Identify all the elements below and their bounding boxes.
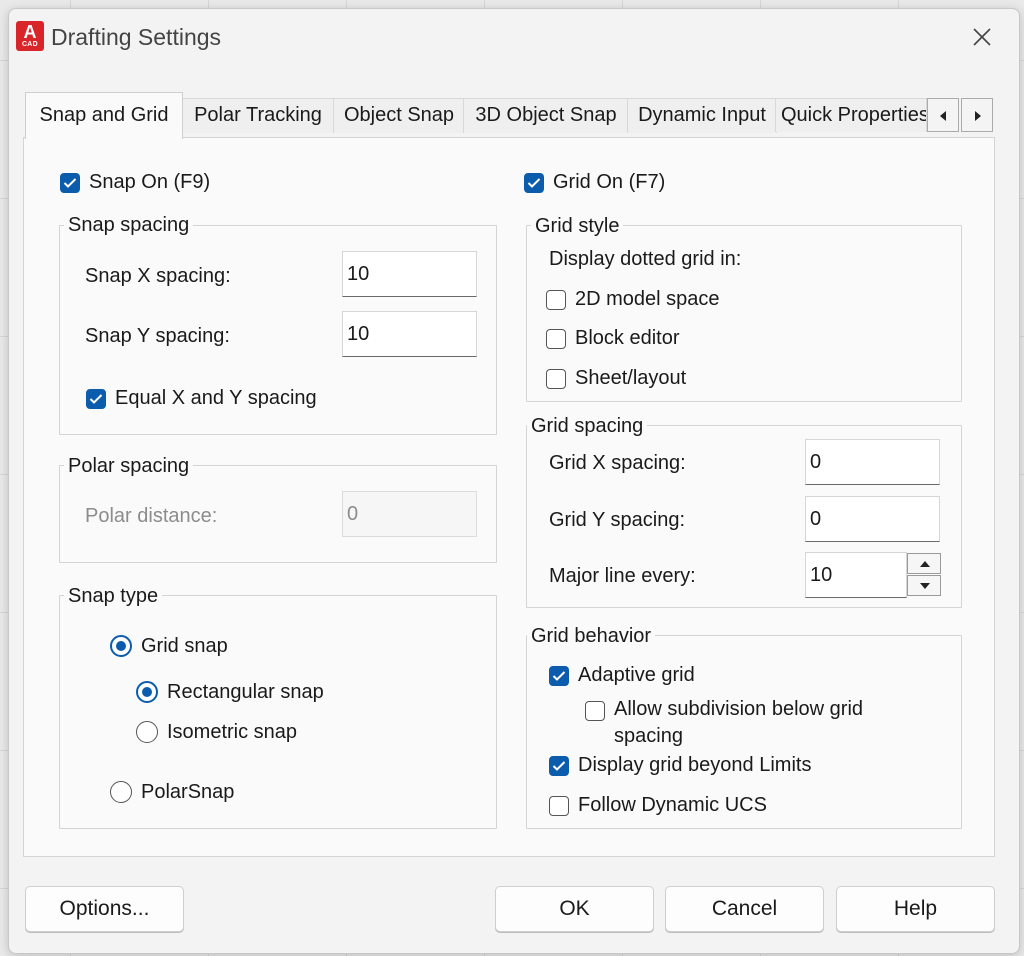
dialog-title: Drafting Settings <box>51 24 222 50</box>
tab-snap-and-grid[interactable]: Snap and Grid <box>25 92 183 139</box>
snap-on-checkbox[interactable] <box>60 173 80 193</box>
block-editor-label: Block editor <box>575 327 680 349</box>
triangle-left-icon <box>940 111 946 121</box>
snap-y-input[interactable] <box>342 311 477 357</box>
grid-x-input[interactable] <box>805 439 940 485</box>
snap-on-label: Snap On (F9) <box>89 171 211 193</box>
cancel-button[interactable]: Cancel <box>665 886 824 932</box>
tab-polar-tracking[interactable]: Polar Tracking <box>181 98 335 133</box>
display-beyond-limits-label: Display grid beyond Limits <box>578 754 812 776</box>
tab-dynamic-input[interactable]: Dynamic Input <box>627 98 777 133</box>
close-icon <box>973 28 991 46</box>
polar-distance-label: Polar distance: <box>85 505 218 527</box>
major-line-label: Major line every: <box>549 565 696 587</box>
drafting-settings-dialog: A CAD Drafting Settings Snap and Grid Po… <box>8 8 1020 954</box>
equal-spacing-checkbox[interactable] <box>86 389 106 409</box>
checkmark-icon <box>63 178 77 188</box>
adaptive-grid-label: Adaptive grid <box>578 664 695 686</box>
display-beyond-limits-checkbox[interactable] <box>549 756 569 776</box>
checkmark-icon <box>552 671 566 681</box>
grid-style-title: Grid style <box>531 215 624 238</box>
grid-on-label: Grid On (F7) <box>553 171 666 193</box>
isometric-snap-label: Isometric snap <box>167 721 298 743</box>
polar-distance-input <box>342 491 477 537</box>
snap-and-grid-panel: Snap On (F9) Snap spacing Snap X spacing… <box>23 137 995 857</box>
close-button[interactable] <box>959 19 1005 55</box>
triangle-right-icon <box>975 111 981 121</box>
block-editor-checkbox[interactable] <box>546 329 566 349</box>
grid-behavior-title: Grid behavior <box>527 625 656 648</box>
sheet-layout-checkbox[interactable] <box>546 369 566 389</box>
grid-y-label: Grid Y spacing: <box>549 509 686 531</box>
tab-quick-properties[interactable]: Quick Properties <box>775 98 927 132</box>
polarsnap-radio[interactable] <box>110 781 132 803</box>
autocad-app-icon: A CAD <box>16 21 44 51</box>
allow-subdivision-label-line1: Allow subdivision below grid <box>614 698 864 720</box>
tab-object-snap[interactable]: Object Snap <box>333 98 465 133</box>
ok-button[interactable]: OK <box>495 886 654 932</box>
tab-scroll-right-button[interactable] <box>961 98 993 132</box>
help-button[interactable]: Help <box>836 886 995 932</box>
grid-on-checkbox[interactable] <box>524 173 544 193</box>
display-dotted-grid-label: Display dotted grid in: <box>549 248 742 270</box>
stepper-up-button[interactable] <box>907 553 941 574</box>
checkmark-icon <box>527 178 541 188</box>
isometric-snap-radio[interactable] <box>136 721 158 743</box>
snap-type-title: Snap type <box>64 585 163 608</box>
rectangular-snap-label: Rectangular snap <box>167 681 324 703</box>
grid-snap-label: Grid snap <box>141 635 228 657</box>
title-bar[interactable]: A CAD Drafting Settings <box>9 9 1019 67</box>
sheet-layout-label: Sheet/layout <box>575 367 687 389</box>
checkmark-icon <box>552 761 566 771</box>
checkmark-icon <box>89 394 103 404</box>
follow-dynamic-ucs-checkbox[interactable] <box>549 796 569 816</box>
snap-x-label: Snap X spacing: <box>85 265 231 287</box>
snap-x-input[interactable] <box>342 251 477 297</box>
stepper-down-button[interactable] <box>907 575 941 596</box>
triangle-down-icon <box>920 583 930 589</box>
allow-subdivision-label-line2: spacing <box>614 725 683 747</box>
polarsnap-label: PolarSnap <box>141 781 235 803</box>
major-line-input[interactable] <box>805 552 907 598</box>
grid-y-input[interactable] <box>805 496 940 542</box>
options-button[interactable]: Options... <box>25 886 184 932</box>
major-line-stepper <box>907 553 941 597</box>
model-space-label: 2D model space <box>575 288 720 310</box>
tab-scroll-left-button[interactable] <box>927 98 959 132</box>
equal-spacing-label: Equal X and Y spacing <box>115 387 317 409</box>
tab-3d-object-snap[interactable]: 3D Object Snap <box>463 98 629 133</box>
rectangular-snap-radio[interactable] <box>136 681 158 703</box>
allow-subdivision-checkbox[interactable] <box>585 701 605 721</box>
follow-dynamic-ucs-label: Follow Dynamic UCS <box>578 794 767 816</box>
grid-snap-radio[interactable] <box>110 635 132 657</box>
snap-spacing-title: Snap spacing <box>64 214 194 237</box>
polar-spacing-title: Polar spacing <box>64 455 194 478</box>
adaptive-grid-checkbox[interactable] <box>549 666 569 686</box>
snap-y-label: Snap Y spacing: <box>85 325 230 347</box>
grid-spacing-title: Grid spacing <box>527 415 648 438</box>
tab-bar: Snap and Grid Polar Tracking Object Snap… <box>23 92 997 139</box>
model-space-checkbox[interactable] <box>546 290 566 310</box>
grid-x-label: Grid X spacing: <box>549 452 686 474</box>
triangle-up-icon <box>920 561 930 567</box>
